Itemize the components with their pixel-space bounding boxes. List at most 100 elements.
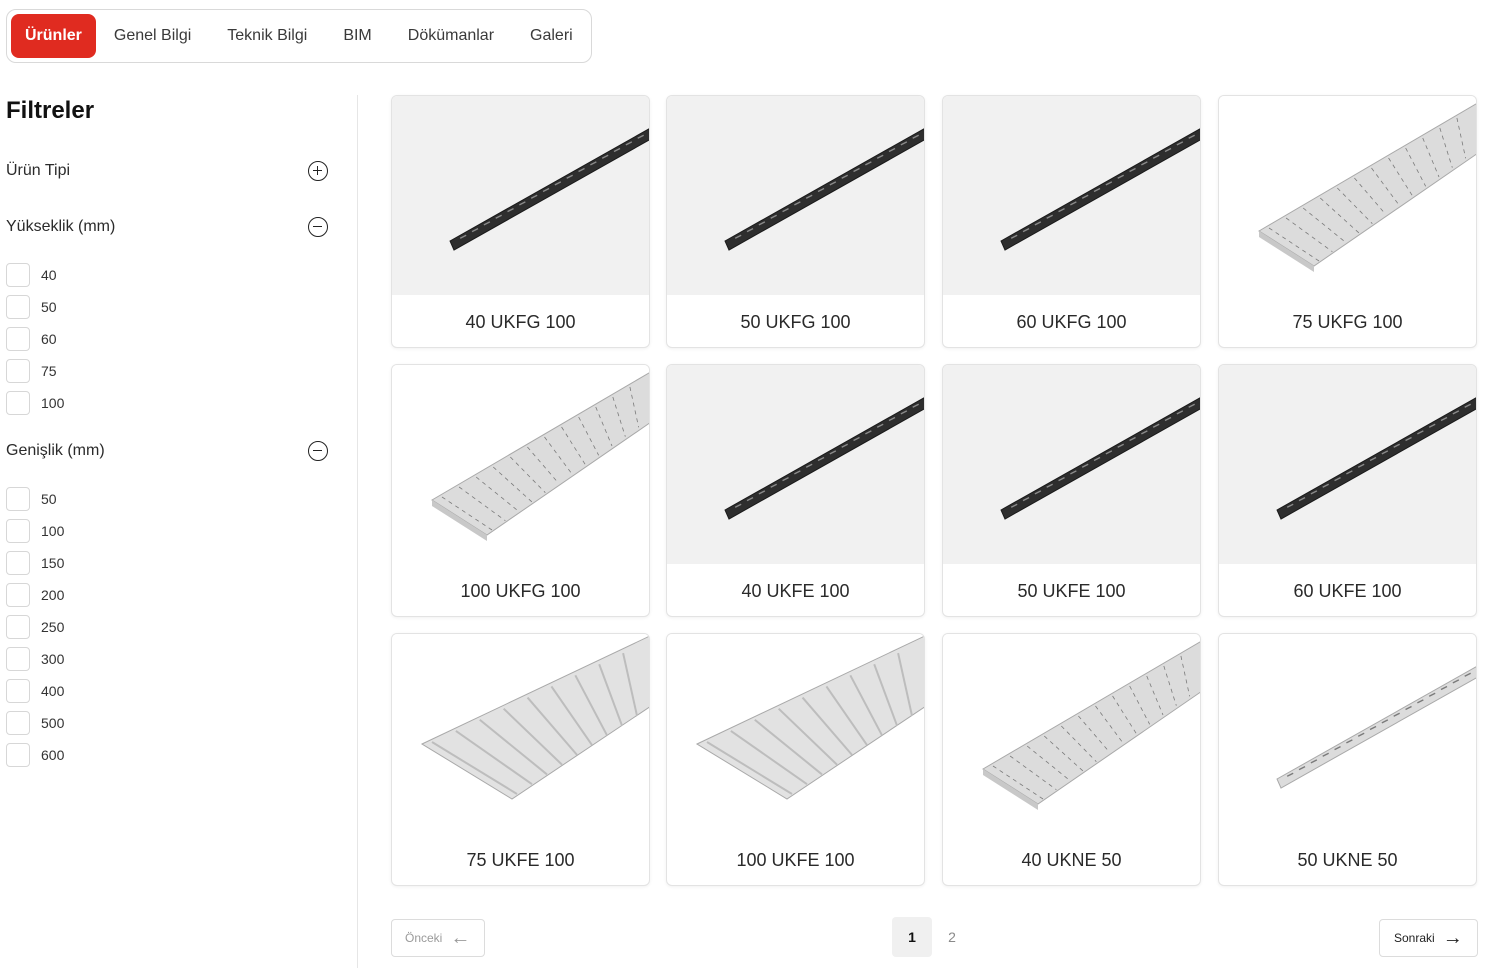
product-card[interactable]: 50 UKNE 50 — [1218, 633, 1477, 886]
filter-sidebar: Filtreler Ürün Tipi Yükseklik (mm) 40 50 60 7… — [0, 95, 358, 968]
next-page-button[interactable]: Sonraki → — [1379, 919, 1478, 957]
checkbox[interactable] — [6, 711, 30, 735]
product-card[interactable]: 60 UKFE 100 — [1218, 364, 1477, 617]
product-card[interactable]: 40 UKFE 100 — [666, 364, 925, 617]
product-image — [1219, 365, 1476, 564]
checkbox[interactable] — [6, 743, 30, 767]
filter-genislik-option[interactable]: 600 — [6, 743, 64, 767]
cable-tray-image — [392, 365, 649, 564]
checkbox[interactable] — [6, 615, 30, 639]
filter-genislik-option[interactable]: 150 — [6, 551, 64, 575]
option-label: 60 — [41, 331, 57, 347]
option-label: 50 — [41, 299, 57, 315]
product-name: 75 UKFG 100 — [1292, 312, 1403, 332]
filter-genislik-option[interactable]: 200 — [6, 583, 64, 607]
filter-genislik-option[interactable]: 400 — [6, 679, 64, 703]
filter-genislik-option[interactable]: 100 — [6, 519, 64, 543]
product-name: 50 UKFE 100 — [1017, 581, 1126, 601]
option-label: 250 — [41, 619, 65, 635]
option-label: 100 — [41, 395, 65, 411]
product-name: 50 UKNE 50 — [1297, 850, 1398, 870]
option-label: 400 — [41, 683, 65, 699]
checkbox[interactable] — [6, 519, 30, 543]
filter-group-label: Yükseklik (mm) — [6, 218, 116, 235]
checkbox[interactable] — [6, 327, 30, 351]
product-image — [1219, 634, 1476, 833]
product-name: 60 UKFE 100 — [1293, 581, 1402, 601]
product-card[interactable]: 40 UKNE 50 — [942, 633, 1201, 886]
checkbox[interactable] — [6, 487, 30, 511]
product-card[interactable]: 40 UKFG 100 — [391, 95, 650, 348]
option-label: 300 — [41, 651, 65, 667]
product-name: 75 UKFE 100 — [466, 850, 575, 870]
filter-yukseklik-option[interactable]: 75 — [6, 359, 57, 383]
page-2-button[interactable]: 2 — [932, 917, 972, 957]
filter-genislik-header[interactable]: Genişlik (mm) — [6, 439, 328, 463]
checkbox[interactable] — [6, 359, 30, 383]
checkbox[interactable] — [6, 647, 30, 671]
product-image — [667, 634, 924, 833]
product-card[interactable]: 75 UKFE 100 — [391, 633, 650, 886]
minus-circle-icon[interactable] — [308, 217, 328, 237]
tab-genel-bilgi[interactable]: Genel Bilgi — [96, 14, 209, 58]
checkbox[interactable] — [6, 583, 30, 607]
filter-genislik-option[interactable]: 300 — [6, 647, 64, 671]
arrow-right-icon: → — [1442, 927, 1463, 949]
cable-tray-image — [943, 96, 1200, 295]
minus-circle-icon[interactable] — [308, 441, 328, 461]
product-card[interactable]: 50 UKFG 100 — [666, 95, 925, 348]
filter-genislik-option[interactable]: 50 — [6, 487, 57, 511]
option-label: 600 — [41, 747, 65, 763]
cable-tray-image — [667, 634, 924, 833]
product-card[interactable]: 75 UKFG 100 — [1218, 95, 1477, 348]
product-card[interactable]: 50 UKFE 100 — [942, 364, 1201, 617]
filter-yukseklik-option[interactable]: 100 — [6, 391, 64, 415]
option-label: 100 — [41, 523, 65, 539]
filter-group-label: Ürün Tipi — [6, 162, 71, 179]
filter-yukseklik-option[interactable]: 50 — [6, 295, 57, 319]
product-card[interactable]: 100 UKFG 100 — [391, 364, 650, 617]
checkbox[interactable] — [6, 391, 30, 415]
product-name: 40 UKNE 50 — [1021, 850, 1122, 870]
tab-bim[interactable]: BIM — [325, 14, 389, 58]
page-1-button[interactable]: 1 — [892, 917, 932, 957]
next-label: Sonraki — [1394, 931, 1435, 945]
tab-galeri[interactable]: Galeri — [512, 14, 591, 58]
tab-urunler[interactable]: Ürünler — [11, 14, 96, 58]
cable-tray-image — [943, 365, 1200, 564]
checkbox[interactable] — [6, 679, 30, 703]
filter-group-label: Genişlik (mm) — [6, 442, 105, 459]
filter-genislik-option[interactable]: 500 — [6, 711, 64, 735]
filter-urun-tipi-header[interactable]: Ürün Tipi — [6, 159, 328, 183]
product-card[interactable]: 60 UKFG 100 — [942, 95, 1201, 348]
cable-tray-image — [1219, 365, 1476, 564]
product-card[interactable]: 100 UKFE 100 — [666, 633, 925, 886]
arrow-left-icon: ← — [450, 927, 471, 949]
plus-circle-icon[interactable] — [308, 161, 328, 181]
checkbox[interactable] — [6, 295, 30, 319]
filter-yukseklik-header[interactable]: Yükseklik (mm) — [6, 215, 328, 239]
filter-genislik-option[interactable]: 250 — [6, 615, 64, 639]
cable-tray-image — [1219, 634, 1476, 833]
product-image — [943, 365, 1200, 564]
checkbox[interactable] — [6, 551, 30, 575]
product-image — [392, 365, 649, 564]
filter-yukseklik-option[interactable]: 40 — [6, 263, 57, 287]
cable-tray-image — [1219, 96, 1476, 295]
tab-bar: Ürünler Genel Bilgi Teknik Bilgi BIM Döküman… — [6, 9, 592, 63]
product-name: 100 UKFG 100 — [460, 581, 581, 601]
product-name: 40 UKFE 100 — [741, 581, 850, 601]
previous-page-button[interactable]: Önceki ← — [391, 919, 485, 957]
tab-dokumanlar[interactable]: Dökümanlar — [390, 14, 512, 58]
product-name: 100 UKFE 100 — [736, 850, 855, 870]
cable-tray-image — [667, 96, 924, 295]
option-label: 500 — [41, 715, 65, 731]
filter-yukseklik-option[interactable]: 60 — [6, 327, 57, 351]
tab-teknik-bilgi[interactable]: Teknik Bilgi — [209, 14, 325, 58]
filters-title: Filtreler — [6, 97, 95, 124]
product-image — [943, 96, 1200, 295]
product-name: 60 UKFG 100 — [1016, 312, 1127, 332]
checkbox[interactable] — [6, 263, 30, 287]
cable-tray-image — [667, 365, 924, 564]
product-image — [667, 96, 924, 295]
